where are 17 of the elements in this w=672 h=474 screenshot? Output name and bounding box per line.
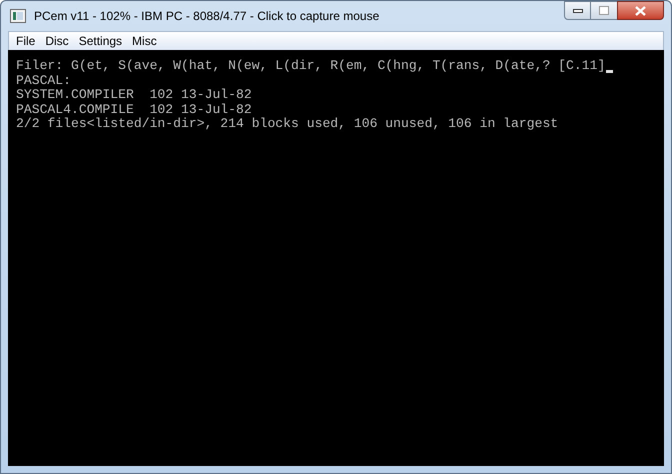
menu-item[interactable]: Misc xyxy=(127,32,162,50)
terminal-line: Filer: G(et, S(ave, W(hat, N(ew, L(dir, R(em, C(hng, T(rans, D(ate,? [C.11] xyxy=(16,59,606,74)
window-title: PCem v11 - 102% - IBM PC - 8088/4.77 - Click to capture mouse xyxy=(34,8,380,25)
terminal-line: PASCAL: xyxy=(16,74,72,88)
close-icon xyxy=(635,6,646,16)
maximize-icon xyxy=(599,6,609,15)
close-button[interactable] xyxy=(617,1,664,20)
minimize-icon xyxy=(572,8,582,12)
menu-item[interactable]: File xyxy=(11,32,40,50)
maximize-button[interactable] xyxy=(591,1,617,20)
terminal-line: SYSTEM.COMPILER 102 13-Jul-82 xyxy=(16,88,252,103)
app-icon xyxy=(10,9,26,23)
terminal-line: PASCAL4.COMPILE 102 13-Jul-82 xyxy=(16,102,252,118)
terminal-line: 2/2 files<listed/in-dir>, 214 blocks used, 106 unused, 106 in largest xyxy=(16,117,558,132)
menu-item[interactable]: Settings xyxy=(74,32,128,50)
menu-item[interactable]: Disc xyxy=(40,32,74,50)
minimize-button[interactable] xyxy=(564,1,591,20)
